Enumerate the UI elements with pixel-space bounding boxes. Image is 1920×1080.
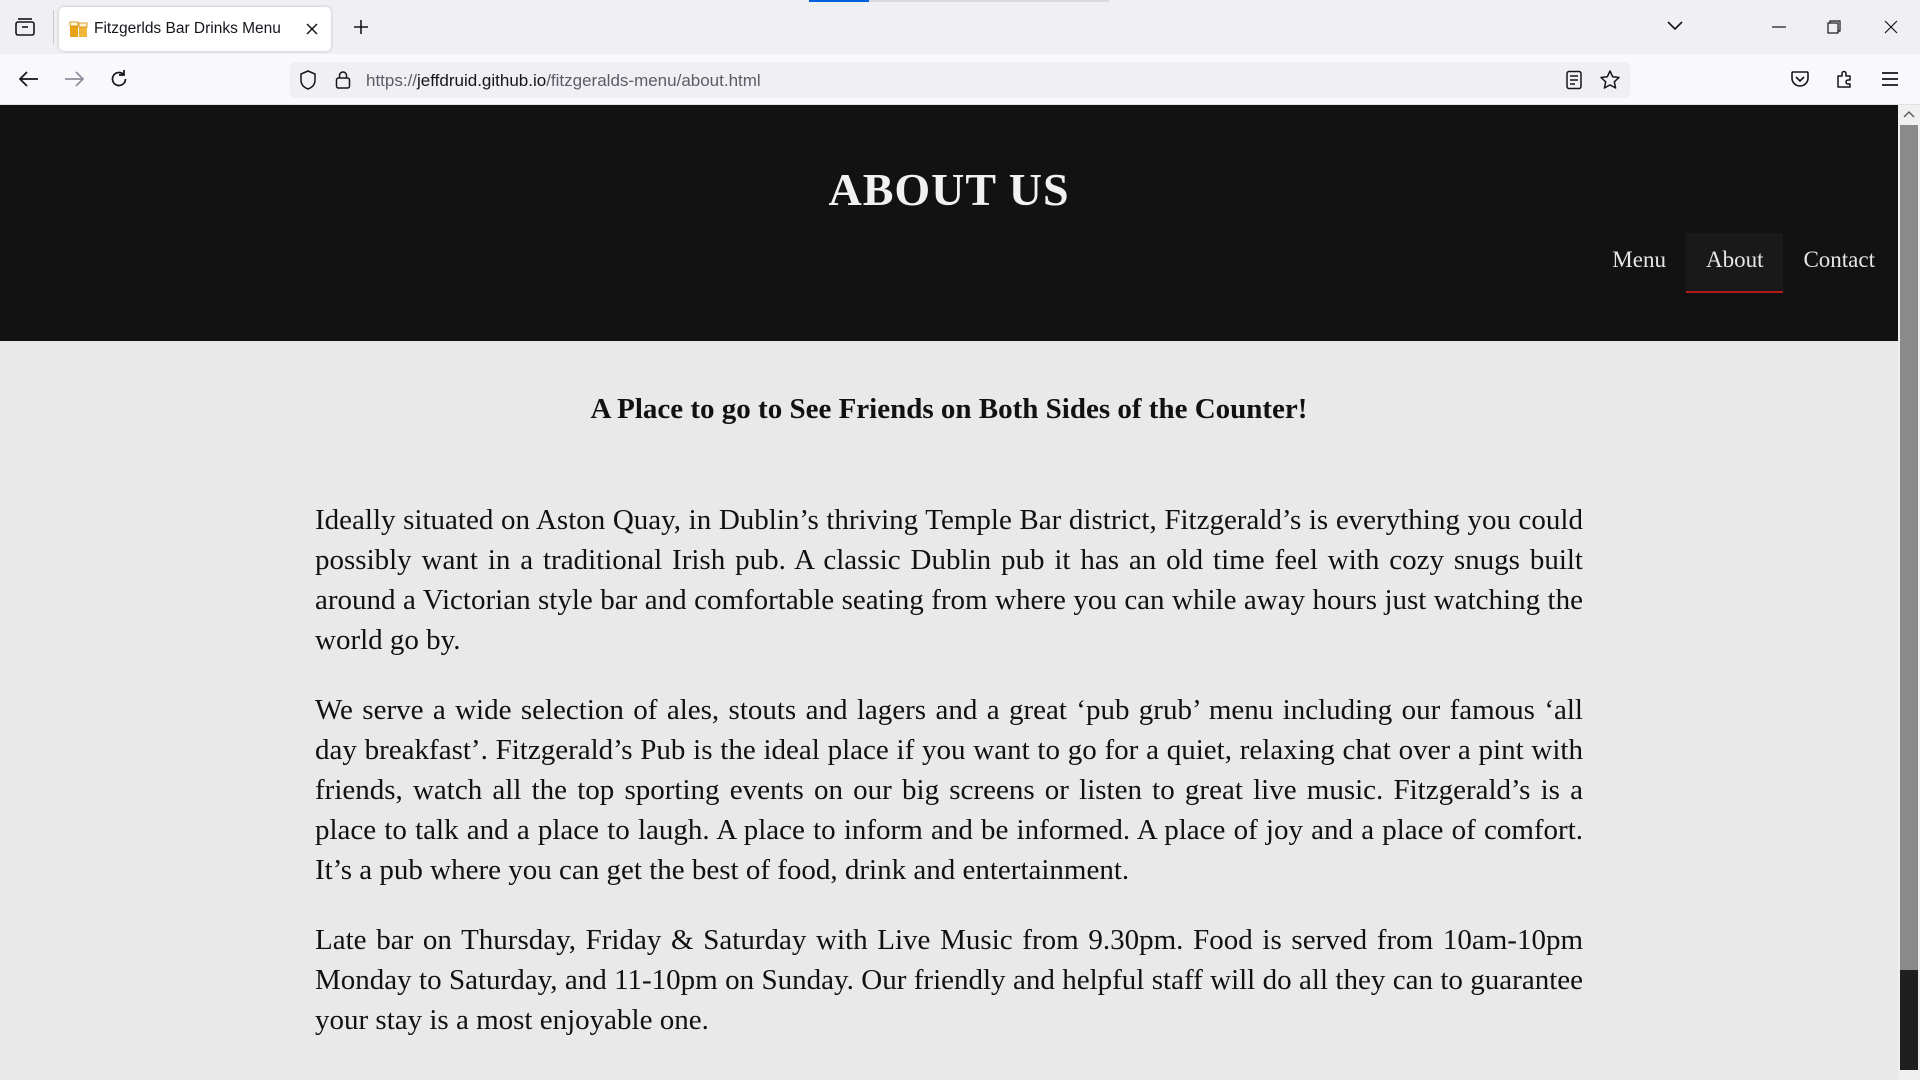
paragraph: We serve a wide selection of ales, stout… bbox=[315, 694, 1583, 886]
tagline: A Place to go to See Friends on Both Sid… bbox=[590, 393, 1308, 425]
site-nav: Menu About Contact bbox=[1592, 233, 1895, 293]
reader-view-icon[interactable] bbox=[1563, 69, 1585, 91]
chevron-down-icon[interactable] bbox=[1662, 13, 1688, 39]
paragraph: Late bar on Thursday, Friday & Saturday … bbox=[315, 924, 1583, 1036]
url-text[interactable]: https://jeffdruid.github.io/fitzgeralds-… bbox=[366, 71, 761, 91]
tab-loading-track bbox=[869, 0, 1109, 2]
restore-icon[interactable] bbox=[1819, 13, 1849, 41]
url-host: jeffdruid.github.io bbox=[417, 71, 547, 90]
scrollbar-track-lower bbox=[1900, 970, 1918, 1070]
active-tab[interactable]: Fitzgerlds Bar Drinks Menu bbox=[59, 7, 331, 51]
nav-link-menu[interactable]: Menu bbox=[1592, 233, 1686, 293]
nav-link-contact[interactable]: Contact bbox=[1783, 233, 1895, 293]
tab-title: Fitzgerlds Bar Drinks Menu bbox=[94, 20, 281, 37]
puzzle-icon[interactable] bbox=[1830, 64, 1860, 94]
url-scheme: https:// bbox=[366, 71, 418, 90]
page-viewport: ABOUT US Menu About Contact A Place to g… bbox=[0, 105, 1898, 1080]
about-text: Ideally situated on Aston Quay, in Dubli… bbox=[315, 500, 1583, 1070]
pocket-icon[interactable] bbox=[1785, 64, 1815, 94]
page-scrollbar[interactable] bbox=[1898, 105, 1920, 1080]
tab-separator bbox=[53, 10, 54, 44]
scroll-up-arrow-icon[interactable] bbox=[1903, 109, 1915, 119]
star-icon[interactable] bbox=[1598, 68, 1622, 92]
hamburger-menu-icon[interactable] bbox=[1875, 64, 1905, 94]
shield-icon[interactable] bbox=[297, 69, 319, 91]
back-arrow-icon[interactable] bbox=[14, 64, 44, 94]
url-path: /fitzgeralds-menu/about.html bbox=[546, 71, 761, 90]
paragraph: Ideally situated on Aston Quay, in Dubli… bbox=[315, 504, 1583, 656]
page-title: ABOUT US bbox=[828, 164, 1070, 215]
forward-arrow-icon[interactable] bbox=[59, 64, 89, 94]
close-icon[interactable] bbox=[301, 18, 323, 40]
tab-bar: Fitzgerlds Bar Drinks Menu bbox=[0, 0, 1920, 54]
site-header: ABOUT US Menu About Contact bbox=[0, 105, 1898, 341]
nav-link-about[interactable]: About bbox=[1685, 233, 1784, 293]
lock-icon[interactable] bbox=[332, 69, 354, 91]
navigation-toolbar: https://jeffdruid.github.io/fitzgeralds-… bbox=[0, 54, 1920, 105]
beer-favicon-icon bbox=[69, 20, 89, 38]
scrollbar-thumb[interactable] bbox=[1900, 125, 1918, 970]
tab-loading-indicator bbox=[809, 0, 869, 2]
plus-icon[interactable] bbox=[348, 14, 374, 40]
minimize-icon[interactable] bbox=[1764, 13, 1794, 41]
url-bar[interactable]: https://jeffdruid.github.io/fitzgeralds-… bbox=[290, 62, 1630, 98]
window-close-icon[interactable] bbox=[1876, 13, 1906, 41]
tab-list-icon[interactable] bbox=[12, 14, 38, 40]
reload-icon[interactable] bbox=[104, 64, 134, 94]
